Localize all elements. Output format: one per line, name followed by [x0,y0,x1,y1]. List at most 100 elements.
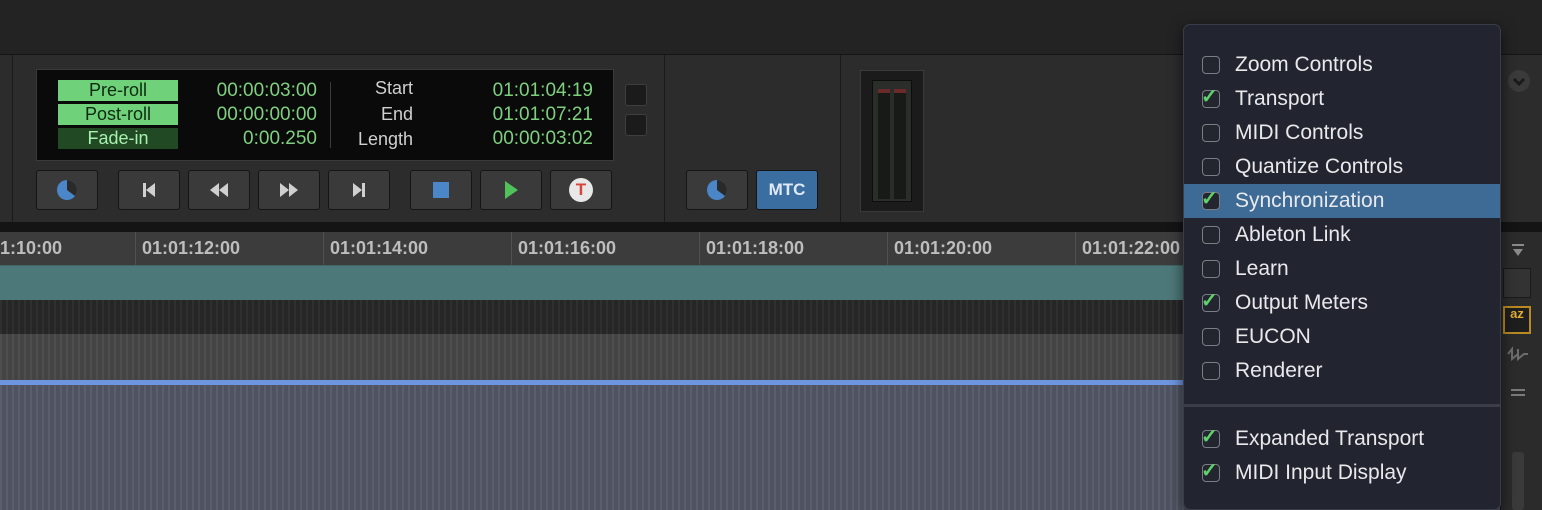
collapse-icon[interactable] [1503,378,1533,406]
counter-toggle-top[interactable] [625,84,647,106]
window-menu-icon[interactable] [1508,70,1530,92]
online-button[interactable] [36,170,98,210]
preroll-value[interactable]: 00:00:03:00 [187,80,317,102]
counter-divider [330,82,331,148]
play-button[interactable] [480,170,542,210]
menu-item-learn[interactable]: Learn [1184,252,1500,286]
record-letter: T [575,180,587,199]
checkbox-unchecked [1202,56,1220,74]
meter-right-clip [894,89,906,93]
menu-item-label: Expanded Transport [1235,427,1425,450]
postroll-button[interactable]: Post-roll [58,104,178,125]
meter-left-clip [878,89,890,93]
checkbox-unchecked [1202,328,1220,346]
menu-item-expanded-transport[interactable]: ✓ Expanded Transport [1184,422,1500,456]
strip-divider [12,55,13,223]
return-to-zero-button[interactable] [118,170,180,210]
waveform-icon[interactable] [1503,340,1533,368]
ruler-tick [699,232,700,265]
record-button[interactable]: T [550,170,612,210]
play-icon [502,180,520,200]
ruler-label: 01:01:22:00 [1082,238,1181,258]
counter-display: Pre-roll 00:00:03:00 Post-roll 00:00:00:… [36,69,614,161]
ruler-label: 01:01:18:00 [706,238,805,258]
sync-online-button[interactable] [686,170,748,210]
checkmark-icon: ✓ [1201,460,1218,482]
start-label: Start [374,78,413,98]
checkbox-unchecked [1202,158,1220,176]
clock-icon [706,179,728,201]
checkbox-unchecked [1202,362,1220,380]
go-to-end-button[interactable] [328,170,390,210]
meter-right-channel [894,89,906,199]
skip-forward-icon [350,181,368,199]
length-value[interactable]: 00:00:03:02 [447,128,593,150]
transport-view-menu: Zoom Controls ✓ Transport MIDI Controls … [1183,24,1501,510]
ruler-label: 01:01:20:00 [894,238,993,258]
checkmark-icon: ✓ [1201,426,1218,448]
ruler-tick [887,232,888,265]
menu-item-output-meters[interactable]: ✓ Output Meters [1184,286,1500,320]
meter-left-channel [878,89,890,199]
record-icon: T [568,177,594,203]
scroll-down-icon[interactable] [1503,236,1533,264]
menu-item-label: Synchronization [1235,189,1385,212]
checkmark-icon: ✓ [1201,290,1218,312]
checkmark-icon: ✓ [1201,188,1218,210]
clock-icon [56,179,78,201]
ruler-tick [135,232,136,265]
checkbox-unchecked [1202,124,1220,142]
rewind-icon [207,181,231,199]
side-panel-scrollbar[interactable] [1512,452,1524,510]
menu-separator [1184,404,1500,407]
strip-divider [664,55,665,223]
menu-item-zoom-controls[interactable]: Zoom Controls [1184,48,1500,82]
rewind-button[interactable] [188,170,250,210]
menu-item-renderer[interactable]: Renderer [1184,354,1500,388]
ruler-tick [511,232,512,265]
menu-item-synchronization[interactable]: ✓ Synchronization [1184,184,1500,218]
menu-item-label: Renderer [1235,359,1323,382]
ruler-label: 1:10:00 [0,238,63,258]
checkbox-unchecked [1202,260,1220,278]
menu-item-label: MIDI Input Display [1235,461,1407,484]
fadein-value[interactable]: 0:00.250 [187,128,317,150]
menu-item-label: Zoom Controls [1235,53,1373,76]
ruler-tick [323,232,324,265]
menu-item-label: Ableton Link [1235,223,1351,246]
start-value[interactable]: 01:01:04:19 [447,80,593,102]
menu-item-quantize-controls[interactable]: Quantize Controls [1184,150,1500,184]
menu-item-label: EUCON [1235,325,1311,348]
strip-divider [840,55,841,223]
length-label: Length [357,129,413,149]
fadein-button[interactable]: Fade-in [58,128,178,149]
menu-item-midi-input-display[interactable]: ✓ MIDI Input Display [1184,456,1500,490]
ruler-label: 01:01:16:00 [518,238,617,258]
menu-item-eucon[interactable]: EUCON [1184,320,1500,354]
ruler-tick [1075,232,1076,265]
mtc-button[interactable]: MTC [756,170,818,210]
end-label: End [380,104,413,124]
side-panel-slot[interactable] [1503,268,1531,298]
fast-forward-button[interactable] [258,170,320,210]
output-meter [872,80,912,202]
menu-item-label: Quantize Controls [1235,155,1404,178]
menu-item-midi-controls[interactable]: MIDI Controls [1184,116,1500,150]
counter-toggle-bottom[interactable] [625,114,647,136]
menu-item-label: Learn [1235,257,1289,280]
postroll-value[interactable]: 00:00:00:00 [187,104,317,126]
menu-item-label: Transport [1235,87,1325,110]
preroll-button[interactable]: Pre-roll [58,80,178,101]
alphabetize-icon[interactable]: az [1503,306,1531,334]
ruler-label: 01:01:14:00 [330,238,429,258]
stop-icon [432,181,450,199]
stop-button[interactable] [410,170,472,210]
skip-back-icon [140,181,158,199]
checkbox-unchecked [1202,226,1220,244]
menu-item-ableton-link[interactable]: Ableton Link [1184,218,1500,252]
menu-item-label: Output Meters [1235,291,1369,314]
menu-item-transport[interactable]: ✓ Transport [1184,82,1500,116]
end-value[interactable]: 01:01:07:21 [447,104,593,126]
menu-item-label: MIDI Controls [1235,121,1364,144]
fast-forward-icon [277,181,301,199]
